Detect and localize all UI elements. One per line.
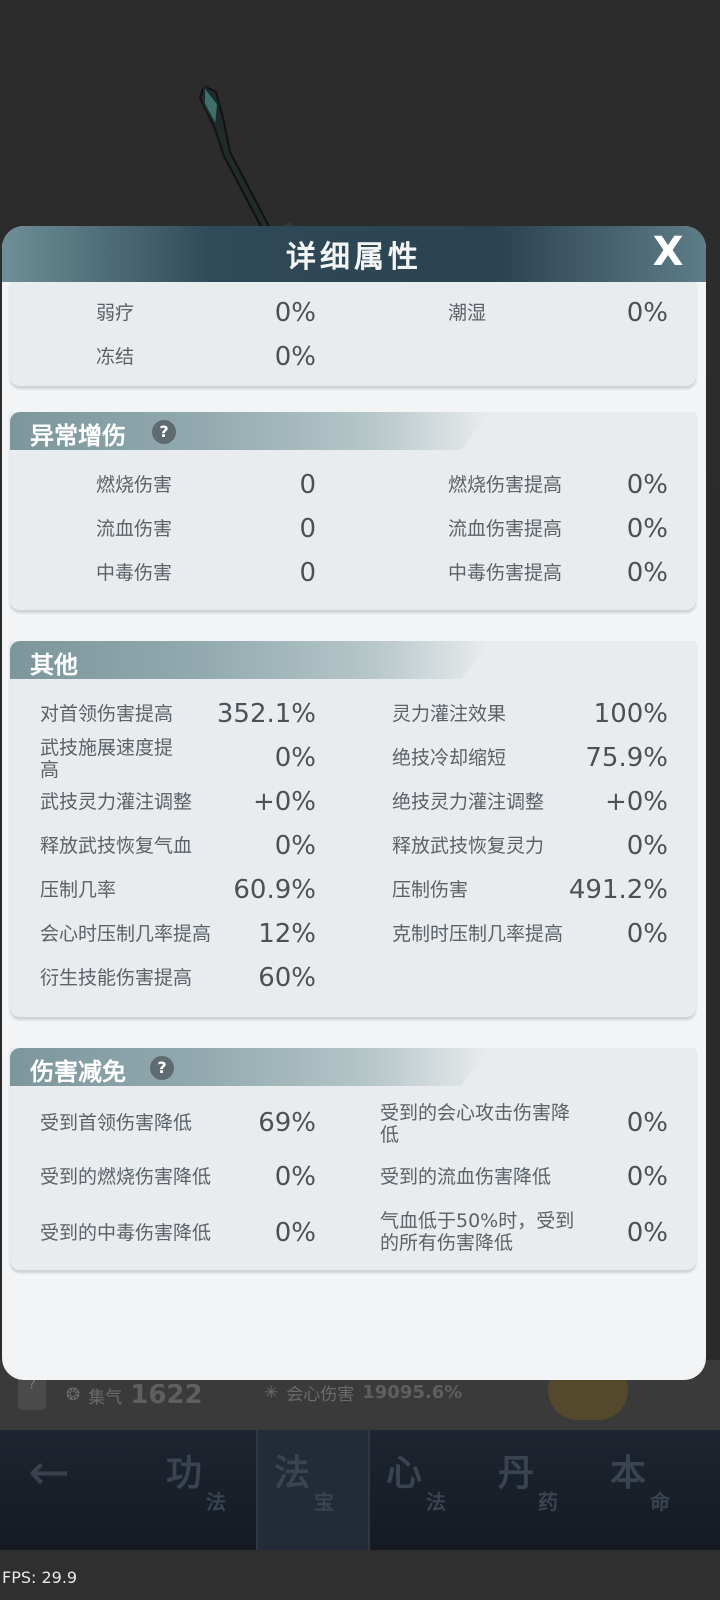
section-header-band xyxy=(10,641,490,679)
detail-attributes-dialog: 详细属性 X 弱疗 0% 潮湿 0% 冻结 0% 异常增伤 ? 燃烧伤害 0 燃… xyxy=(2,226,706,1380)
attr-label: 受到的流血伤害降低 xyxy=(380,1166,552,1188)
attr-label: 衍生技能伤害提高 xyxy=(40,967,193,989)
attr-value: 100% xyxy=(593,699,668,729)
nav-item-small-label: 法 xyxy=(426,1490,446,1514)
attr-value: 0% xyxy=(274,1218,316,1248)
nav-item-small-label: 法 xyxy=(206,1490,226,1514)
section-title: 伤害减免 xyxy=(30,1058,126,1086)
attr-value: 0% xyxy=(626,470,668,500)
section-header: 伤害减免 ? xyxy=(10,1048,490,1086)
attr-value: 352.1% xyxy=(216,699,316,729)
attr-value: 0 xyxy=(299,470,316,500)
help-icon[interactable]: ? xyxy=(152,420,176,444)
attr-label: 中毒伤害提高 xyxy=(448,562,563,584)
attr-label: 压制几率 xyxy=(40,879,117,901)
section-title: 其他 xyxy=(30,651,78,679)
attr-value: 60% xyxy=(258,963,316,993)
section-title: 异常增伤 xyxy=(30,422,126,450)
nav-item-big-label: 功 xyxy=(166,1453,203,1494)
section-header: 异常增伤 ? xyxy=(10,412,490,450)
attr-value: 0% xyxy=(626,1218,668,1248)
attr-value: 0 xyxy=(299,558,316,588)
attr-value: 0% xyxy=(626,514,668,544)
attr-value: 0% xyxy=(626,298,668,328)
attr-label: 流血伤害提高 xyxy=(448,518,563,540)
crit-icon: ✳ xyxy=(264,1382,279,1403)
crit-label: 会心伤害 xyxy=(286,1385,355,1405)
help-icon[interactable]: ? xyxy=(150,1056,174,1080)
other-panel: 其他 对首领伤害提高 352.1% 灵力灌注效果 100% 武技施展速度提高 0… xyxy=(10,641,696,1017)
attr-value: 0% xyxy=(626,1162,668,1192)
fps-counter: FPS: 29.9 xyxy=(2,1568,78,1587)
attr-value: 0% xyxy=(274,342,316,372)
nav-item-danyao[interactable]: 丹 药 xyxy=(482,1430,592,1550)
attr-label: 会心时压制几率提高 xyxy=(40,923,212,945)
nav-item-small-label: 宝 xyxy=(314,1490,334,1514)
attr-label: 冻结 xyxy=(96,346,135,368)
attr-label: 燃烧伤害提高 xyxy=(448,474,563,496)
attr-label: 灵力灌注效果 xyxy=(392,703,507,725)
attr-label: 气血低于50%时，受到的所有伤害降低 xyxy=(380,1210,575,1254)
attr-label: 受到的中毒伤害降低 xyxy=(40,1222,212,1244)
attr-value: 0% xyxy=(274,298,316,328)
dialog-title: 详细属性 xyxy=(286,240,422,275)
attr-label: 释放武技恢复气血 xyxy=(40,835,193,857)
attr-value: 0% xyxy=(274,1162,316,1192)
nav-item-benming[interactable]: 本 命 xyxy=(594,1430,704,1550)
attr-label: 弱疗 xyxy=(96,302,135,324)
attr-label: 克制时压制几率提高 xyxy=(392,923,564,945)
nav-item-xinfa[interactable]: 心 法 xyxy=(370,1430,480,1550)
attr-label: 受到首领伤害降低 xyxy=(40,1112,193,1134)
attr-label: 绝技冷却缩短 xyxy=(392,747,507,769)
attr-value: 491.2% xyxy=(568,875,668,905)
qi-value: 1622 xyxy=(130,1380,203,1410)
attr-label: 绝技灵力灌注调整 xyxy=(392,791,545,813)
attr-label: 受到的燃烧伤害降低 xyxy=(40,1166,212,1188)
attr-value: 0% xyxy=(626,558,668,588)
nav-item-big-label: 法 xyxy=(274,1453,311,1494)
attr-label: 武技施展速度提高 xyxy=(40,737,174,781)
attr-label: 受到的会心攻击伤害降低 xyxy=(380,1102,571,1146)
qi-label: 集气 xyxy=(88,1387,123,1408)
attr-value: +0% xyxy=(604,787,668,817)
section-header: 其他 xyxy=(10,641,490,679)
attr-value: 0% xyxy=(626,1108,668,1138)
attr-value: 60.9% xyxy=(233,875,316,905)
attr-value: 12% xyxy=(258,919,316,949)
nav-item-big-label: 心 xyxy=(386,1453,423,1494)
nav-item-big-label: 本 xyxy=(610,1453,647,1494)
nav-item-small-label: 药 xyxy=(538,1490,558,1514)
attr-label: 释放武技恢复灵力 xyxy=(392,835,545,857)
attr-value: 0% xyxy=(626,831,668,861)
attr-value: 69% xyxy=(258,1108,316,1138)
attr-value: 0% xyxy=(626,919,668,949)
nav-item-fabao[interactable]: 法 宝 xyxy=(256,1430,370,1550)
back-arrow-icon[interactable]: ← xyxy=(28,1447,92,1500)
bottom-nav: ← 功 法 法 宝 心 法 丹 药 本 命 xyxy=(0,1430,720,1550)
qi-stat: ❂ 集气 1622 xyxy=(66,1380,203,1410)
attr-label: 流血伤害 xyxy=(96,518,173,540)
attr-label: 压制伤害 xyxy=(392,879,469,901)
top-section-panel: 弱疗 0% 潮湿 0% 冻结 0% xyxy=(10,282,696,386)
attr-value: 0% xyxy=(274,831,316,861)
attr-value: +0% xyxy=(252,787,316,817)
abnormal-damage-panel: 异常增伤 ? 燃烧伤害 0 燃烧伤害提高 0% 流血伤害 0 流血伤害提高 0%… xyxy=(10,412,696,610)
attr-label: 潮湿 xyxy=(448,302,487,324)
dialog-header: 详细属性 X xyxy=(2,226,706,282)
damage-reduction-panel: 伤害减免 ? 受到首领伤害降低 69% 受到的会心攻击伤害降低 0% 受到的燃烧… xyxy=(10,1048,696,1270)
attr-label: 武技灵力灌注调整 xyxy=(40,791,193,813)
nav-item-big-label: 丹 xyxy=(498,1453,535,1494)
attr-label: 对首领伤害提高 xyxy=(40,703,174,725)
attr-label: 燃烧伤害 xyxy=(96,474,173,496)
nav-item-gongfa[interactable]: 功 法 xyxy=(150,1430,260,1550)
crit-value: 19095.6% xyxy=(362,1382,463,1403)
attr-value: 0 xyxy=(299,514,316,544)
nav-item-small-label: 命 xyxy=(650,1490,670,1514)
crit-damage-stat: ✳ 会心伤害 19095.6% xyxy=(264,1380,462,1405)
attr-label: 中毒伤害 xyxy=(96,562,173,584)
close-button[interactable]: X xyxy=(646,230,690,274)
attr-value: 0% xyxy=(274,743,316,773)
attr-value: 75.9% xyxy=(585,743,668,773)
qi-icon: ❂ xyxy=(66,1385,81,1405)
